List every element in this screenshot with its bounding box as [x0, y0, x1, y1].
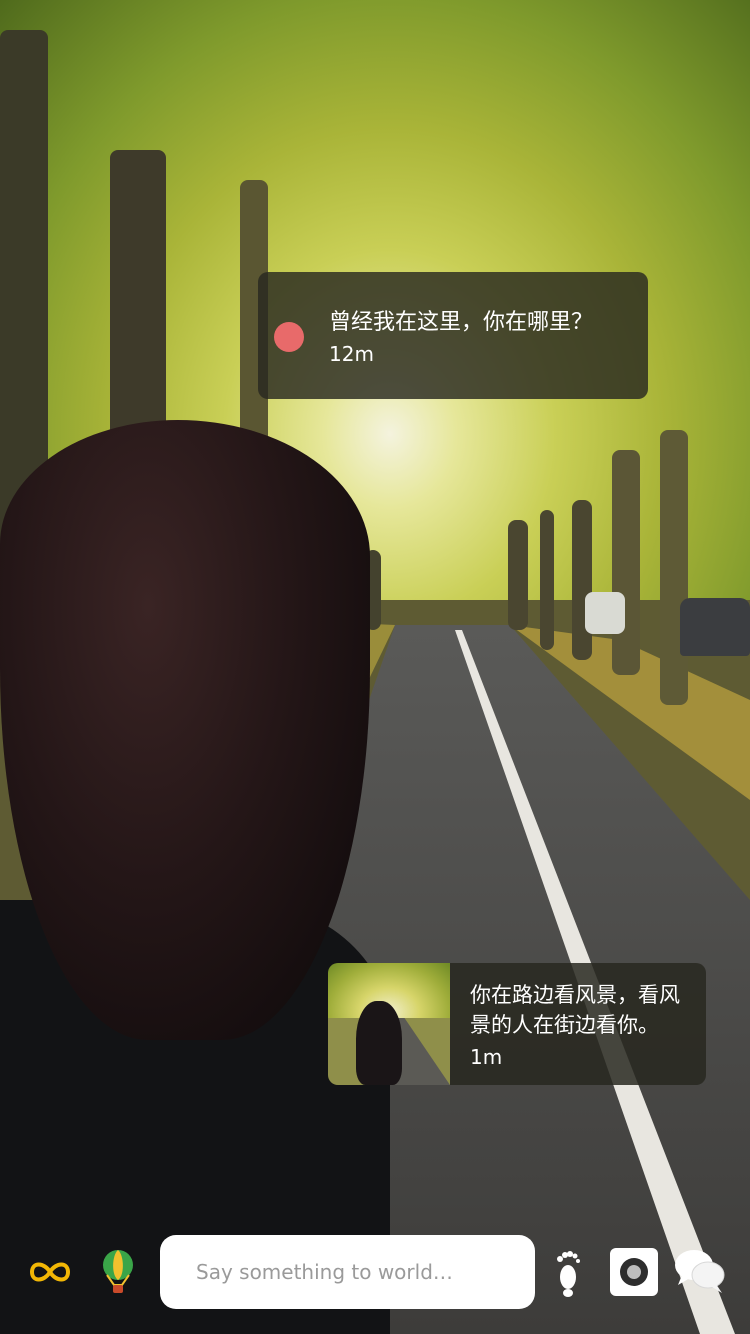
infinity-icon[interactable] — [26, 1256, 74, 1288]
message-2-text: 你在路边看风景，看风 景的人在街边看你。 — [470, 980, 700, 1040]
message-input[interactable]: Say something to world… — [160, 1235, 535, 1309]
message-1-distance: 12m — [329, 342, 374, 366]
message-1-text: 曾经我在这里，你在哪里？ — [329, 310, 594, 335]
message-2-thumbnail[interactable] — [328, 963, 450, 1085]
background-photo — [0, 0, 750, 1334]
person-hair — [0, 420, 370, 1040]
message-2-text-line-1: 你在路边看风景，看风 — [470, 983, 680, 1007]
location-marker-icon — [274, 322, 304, 352]
message-input-placeholder: Say something to world… — [196, 1260, 453, 1284]
chat-bubbles-icon[interactable] — [672, 1246, 728, 1296]
footprint-icon[interactable] — [552, 1246, 584, 1298]
balloon-icon[interactable] — [100, 1248, 136, 1296]
message-2-distance: 1m — [470, 1045, 503, 1069]
camera-icon[interactable] — [610, 1248, 658, 1296]
message-2-text-line-2: 景的人在街边看你。 — [470, 1013, 659, 1037]
